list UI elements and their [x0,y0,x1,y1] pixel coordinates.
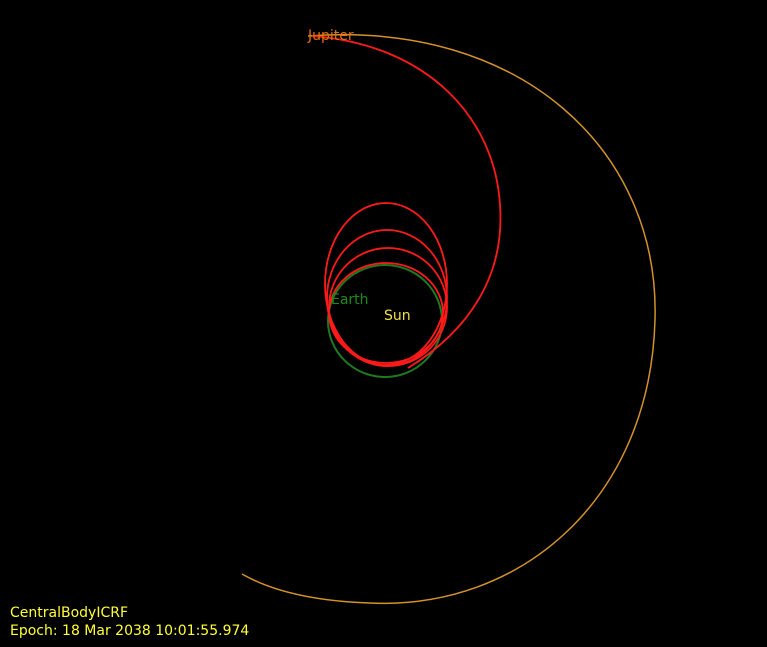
epoch-label: Epoch: 18 Mar 2038 10:01:55.974 [10,623,250,639]
sun-label: Sun [384,308,411,324]
reference-frame-label: CentralBodyICRF [10,605,129,621]
orbit-scene: Jupiter Earth Sun [241,28,656,605]
3d-viewport[interactable]: Jupiter Earth Sun [0,0,767,643]
earth-label: Earth [331,292,369,308]
viewport-info-overlay: CentralBodyICRF Epoch: 18 Mar 2038 10:01… [10,604,249,640]
jupiter-label: Jupiter [307,28,354,44]
jupiter-orbit-path [241,34,656,605]
